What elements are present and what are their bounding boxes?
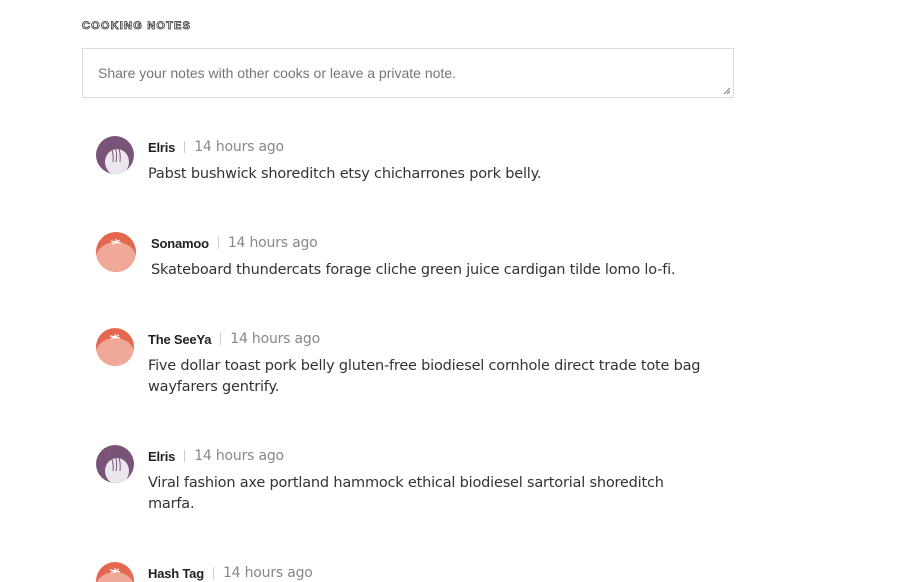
comment-text: Skateboard thundercats forage cliche gre…	[151, 262, 676, 278]
meta-separator	[217, 237, 219, 249]
comment-author[interactable]: Sonamoo	[151, 236, 209, 251]
tomato-avatar-icon[interactable]	[96, 328, 134, 366]
comment-author[interactable]: Elris	[148, 140, 175, 155]
notes-input[interactable]	[83, 49, 733, 97]
comment-timestamp: 14 hours ago	[227, 235, 318, 251]
comment-timestamp: 14 hours ago	[222, 565, 313, 581]
cooking-notes-heading: Cooking Notes	[82, 20, 192, 33]
notes-textarea-container[interactable]	[82, 48, 734, 98]
meta-separator	[184, 141, 186, 153]
meta-separator	[212, 567, 214, 579]
comment-timestamp: 14 hours ago	[230, 331, 320, 347]
onion-avatar-icon[interactable]	[96, 445, 134, 483]
comment-author[interactable]: The SeeYa	[148, 332, 211, 347]
comment-author[interactable]: Hash Tag	[148, 566, 204, 581]
comment-text: Five dollar toast pork belly gluten-free…	[148, 358, 701, 395]
onion-avatar-icon[interactable]	[96, 136, 134, 174]
meta-separator	[220, 333, 222, 345]
comment-timestamp: 14 hours ago	[194, 448, 284, 464]
comment-text: Viral fashion axe portland hammock ethic…	[148, 475, 664, 512]
comment-timestamp: 14 hours ago	[194, 139, 284, 155]
meta-separator	[184, 450, 186, 462]
tomato-avatar-icon[interactable]	[96, 562, 134, 582]
comment-author[interactable]: Elris	[148, 449, 175, 464]
comment-text: Pabst bushwick shoreditch etsy chicharro…	[148, 166, 542, 182]
tomato-avatar-icon[interactable]	[96, 232, 136, 272]
resize-grip-icon[interactable]	[723, 87, 731, 95]
